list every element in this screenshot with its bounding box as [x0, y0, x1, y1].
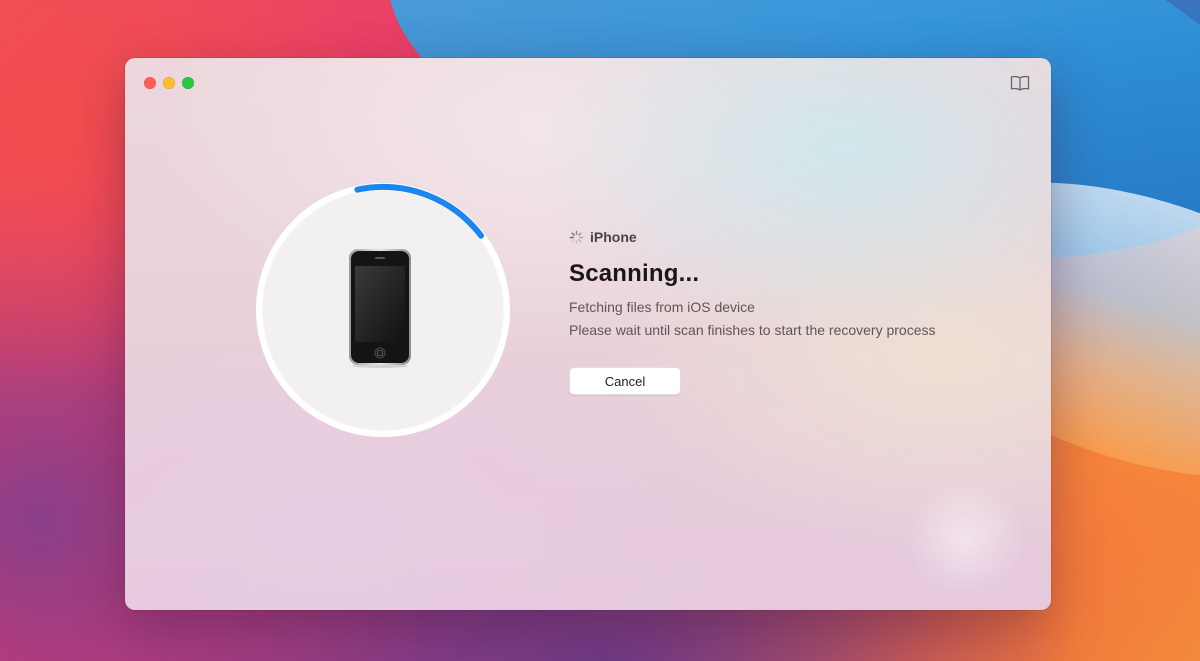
device-name-label: iPhone	[590, 229, 637, 245]
background-glow	[905, 478, 1025, 598]
iphone-image	[349, 249, 411, 368]
book-icon	[1010, 75, 1030, 91]
device-row: iPhone	[569, 228, 1009, 246]
device-progress-circle	[253, 180, 513, 440]
status-hint-text: Please wait until scan finishes to start…	[569, 322, 936, 338]
window-controls	[144, 77, 194, 89]
help-button[interactable]	[1009, 74, 1031, 92]
maximize-button[interactable]	[182, 77, 194, 89]
scan-title: Scanning...	[569, 260, 700, 287]
cancel-button[interactable]: Cancel	[569, 367, 681, 395]
loading-spinner-icon	[569, 230, 584, 244]
status-text: Fetching files from iOS device	[569, 299, 755, 315]
app-window: iPhone Scanning... Fetching files from i…	[125, 58, 1051, 610]
scan-info-panel: iPhone Scanning... Fetching files from i…	[569, 228, 1009, 395]
desktop-wallpaper: iPhone Scanning... Fetching files from i…	[0, 0, 1200, 661]
close-button[interactable]	[144, 77, 156, 89]
minimize-button[interactable]	[163, 77, 175, 89]
